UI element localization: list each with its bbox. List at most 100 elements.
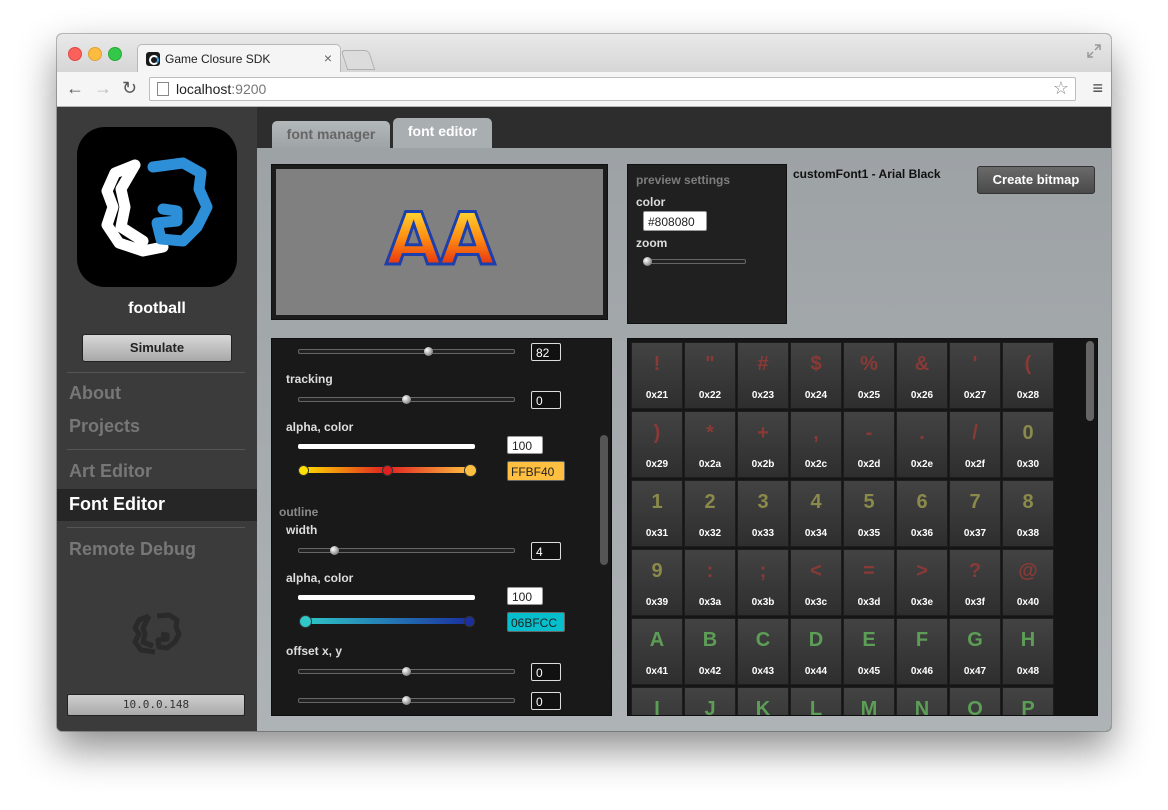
tracking-input[interactable]: 0: [531, 391, 561, 409]
glyph-cell[interactable]: ? 0x3f: [949, 549, 1001, 616]
glyph-cell[interactable]: 8 0x38: [1002, 480, 1054, 547]
zoom-window-button[interactable]: [108, 47, 122, 61]
offset-x-input[interactable]: 0: [531, 663, 561, 681]
fill-gradient-stop[interactable]: [464, 464, 477, 477]
glyph-cell[interactable]: * 0x2a: [684, 411, 736, 478]
glyph-cell[interactable]: $0x24: [790, 342, 842, 409]
controls-scrollbar[interactable]: [600, 435, 608, 565]
glyph-cell[interactable]: @0x40: [1002, 549, 1054, 616]
glyph-cell[interactable]: 4 0x34: [790, 480, 842, 547]
new-tab-button[interactable]: [340, 50, 376, 70]
glyph-cell[interactable]: 5 0x35: [843, 480, 895, 547]
outline-alpha-slider[interactable]: [298, 595, 475, 600]
glyph-cell[interactable]: J: [684, 687, 736, 715]
glyph-cell[interactable]: (0x28: [1002, 342, 1054, 409]
fill-gradient-stop[interactable]: [298, 465, 309, 476]
glyph-cell[interactable]: <0x3c: [790, 549, 842, 616]
size-input[interactable]: 82: [531, 343, 561, 361]
outline-width-input[interactable]: 4: [531, 542, 561, 560]
glyph-cell[interactable]: ; 0x3b: [737, 549, 789, 616]
forward-icon[interactable]: →: [94, 78, 112, 98]
close-window-button[interactable]: [68, 47, 82, 61]
browser-window: Game Closure SDK × ← → ↻ localhost:9200 …: [57, 34, 1111, 731]
glyph-cell[interactable]: E 0x45: [843, 618, 895, 685]
fill-alpha-input[interactable]: 100: [507, 436, 543, 454]
browser-tab[interactable]: Game Closure SDK ×: [137, 44, 341, 73]
create-bitmap-button[interactable]: Create bitmap: [977, 166, 1095, 194]
fill-gradient-stop[interactable]: [382, 465, 393, 476]
glyph-cell[interactable]: % 0x25: [843, 342, 895, 409]
glyph-cell[interactable]: 9 0x39: [631, 549, 683, 616]
size-slider-handle[interactable]: [424, 347, 433, 356]
glyph-cell[interactable]: D 0x44: [790, 618, 842, 685]
outline-alpha-input[interactable]: 100: [507, 587, 543, 605]
glyph-cell[interactable]: >0x3e: [896, 549, 948, 616]
offset-y-input[interactable]: 0: [531, 692, 561, 710]
bookmark-star-icon[interactable]: ☆: [1053, 78, 1069, 99]
glyph-cell[interactable]: , 0x2c: [790, 411, 842, 478]
glyph-cell[interactable]: N: [896, 687, 948, 715]
tab-font-editor[interactable]: font editor: [393, 118, 492, 148]
glyph-grid-scrollbar[interactable]: [1086, 341, 1094, 421]
outline-gradient-stop[interactable]: [464, 616, 475, 627]
glyph-char: 4: [810, 491, 822, 513]
glyph-cell[interactable]: A 0x41: [631, 618, 683, 685]
glyph-cell[interactable]: = 0x3d: [843, 549, 895, 616]
glyph-cell[interactable]: H 0x48: [1002, 618, 1054, 685]
glyph-cell[interactable]: 6 0x36: [896, 480, 948, 547]
outline-color-input[interactable]: 06BFCC: [507, 612, 565, 632]
glyph-cell[interactable]: F 0x46: [896, 618, 948, 685]
tracking-slider-handle[interactable]: [402, 395, 411, 404]
glyph-cell[interactable]: P: [1002, 687, 1054, 715]
minimize-window-button[interactable]: [88, 47, 102, 61]
outline-color-gradient[interactable]: [304, 618, 470, 624]
glyph-cell[interactable]: 3 0x33: [737, 480, 789, 547]
nav-about[interactable]: About: [69, 383, 121, 404]
glyph-cell[interactable]: 0 0x30: [1002, 411, 1054, 478]
menu-icon[interactable]: ≡: [1092, 79, 1103, 97]
nav-projects[interactable]: Projects: [69, 416, 140, 437]
glyph-cell[interactable]: K: [737, 687, 789, 715]
outline-width-slider-handle[interactable]: [330, 546, 339, 555]
glyph-cell[interactable]: 1 0x31: [631, 480, 683, 547]
glyph-cell[interactable]: B 0x42: [684, 618, 736, 685]
glyph-cell[interactable]: - 0x2d: [843, 411, 895, 478]
glyph-cell[interactable]: C 0x43: [737, 618, 789, 685]
simulate-button[interactable]: Simulate: [82, 334, 232, 362]
offset-x-slider-handle[interactable]: [402, 667, 411, 676]
zoom-slider-track[interactable]: [644, 259, 746, 264]
fullscreen-icon[interactable]: [1087, 44, 1101, 58]
glyph-cell[interactable]: +0x2b: [737, 411, 789, 478]
offset-y-slider-handle[interactable]: [402, 696, 411, 705]
glyph-cell[interactable]: M: [843, 687, 895, 715]
fill-color-input[interactable]: FFBF40: [507, 461, 565, 481]
nav-font-editor[interactable]: Font Editor: [69, 494, 165, 515]
glyph-cell[interactable]: . 0x2e: [896, 411, 948, 478]
address-bar[interactable]: localhost:9200 ☆: [149, 77, 1076, 101]
preview-color-input[interactable]: #808080: [643, 211, 707, 231]
glyph-cell[interactable]: & 0x26: [896, 342, 948, 409]
glyph-cell[interactable]: 2 0x32: [684, 480, 736, 547]
glyph-cell[interactable]: #0x23: [737, 342, 789, 409]
zoom-slider-handle[interactable]: [643, 257, 652, 266]
nav-remote-debug[interactable]: Remote Debug: [69, 539, 196, 560]
reload-icon[interactable]: ↻: [122, 78, 137, 98]
glyph-cell[interactable]: : 0x3a: [684, 549, 736, 616]
size-slider-track[interactable]: [298, 349, 515, 354]
glyph-cell[interactable]: / 0x2f: [949, 411, 1001, 478]
back-icon[interactable]: ←: [66, 78, 84, 98]
glyph-cell[interactable]: ) 0x29: [631, 411, 683, 478]
glyph-cell[interactable]: ! 0x21: [631, 342, 683, 409]
outline-gradient-stop[interactable]: [299, 615, 312, 628]
glyph-cell[interactable]: ' 0x27: [949, 342, 1001, 409]
glyph-cell[interactable]: " 0x22: [684, 342, 736, 409]
fill-alpha-slider[interactable]: [298, 444, 475, 449]
nav-art-editor[interactable]: Art Editor: [69, 461, 152, 482]
tab-font-manager[interactable]: font manager: [272, 121, 390, 148]
glyph-cell[interactable]: I: [631, 687, 683, 715]
glyph-cell[interactable]: O: [949, 687, 1001, 715]
tab-close-icon[interactable]: ×: [324, 50, 332, 66]
glyph-cell[interactable]: L: [790, 687, 842, 715]
glyph-cell[interactable]: 7 0x37: [949, 480, 1001, 547]
glyph-cell[interactable]: G 0x47: [949, 618, 1001, 685]
